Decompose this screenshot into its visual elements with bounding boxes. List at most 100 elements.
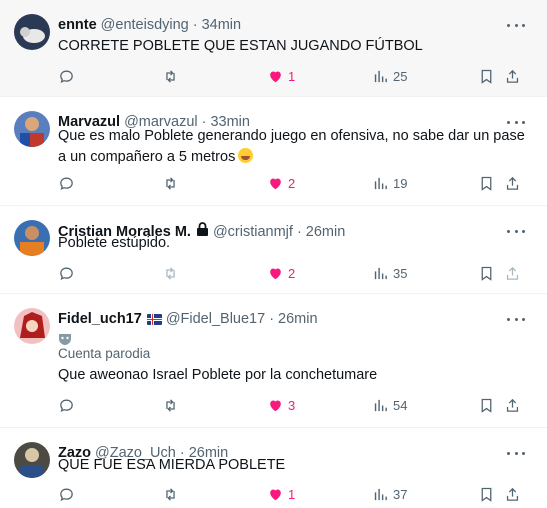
reply-button[interactable]	[58, 484, 75, 504]
tweet[interactable]: Zazo @Zazo_Uch · 26min QUE FUE ESA MIERD…	[0, 428, 547, 508]
view-count: 25	[393, 68, 408, 84]
like-button[interactable]: 1	[267, 66, 295, 86]
views-icon	[374, 488, 387, 500]
bookmark-button[interactable]	[478, 263, 495, 283]
views-icon	[374, 70, 387, 82]
action-bar: 3 54	[58, 395, 528, 415]
share-button[interactable]	[504, 395, 521, 415]
share-icon	[506, 69, 519, 83]
bookmark-icon	[481, 176, 492, 191]
more-icon[interactable]	[507, 310, 525, 328]
reply-icon	[60, 399, 73, 412]
share-icon	[506, 487, 519, 501]
separator-dot: ·	[192, 17, 198, 33]
bookmark-icon	[481, 487, 492, 502]
share-button[interactable]	[504, 484, 521, 504]
user-handle[interactable]: @enteisdying	[101, 16, 189, 34]
timestamp[interactable]: 34min	[202, 16, 242, 34]
user-handle[interactable]: @Fidel_Blue17	[166, 310, 265, 328]
like-button[interactable]: 1	[267, 484, 295, 504]
iceland-flag-icon	[146, 313, 162, 325]
heart-icon	[270, 400, 281, 411]
reply-button[interactable]	[58, 173, 75, 193]
share-button[interactable]	[504, 66, 521, 86]
sweat-smile-emoji	[238, 148, 254, 163]
share-icon	[506, 176, 519, 190]
share-button[interactable]	[504, 173, 521, 193]
views-icon	[374, 399, 387, 411]
tweet[interactable]: Marvazul @marvazul · 33min Que es malo P…	[0, 97, 547, 206]
action-bar: 2 35	[58, 263, 528, 283]
separator-dot: ·	[269, 311, 275, 327]
bookmark-button[interactable]	[478, 395, 495, 415]
view-count: 35	[393, 265, 408, 281]
heart-icon	[270, 489, 281, 500]
tweet-text: Que aweonao Israel Poblete por la conche…	[58, 367, 378, 383]
views-button[interactable]: 37	[372, 484, 407, 504]
like-count: 3	[288, 397, 296, 413]
reply-button[interactable]	[58, 395, 75, 415]
views-icon	[374, 267, 387, 279]
action-bar: 1 37	[58, 484, 528, 504]
views-button[interactable]: 54	[372, 395, 407, 415]
heart-icon	[270, 268, 281, 279]
reply-button[interactable]	[58, 263, 75, 283]
timestamp[interactable]: 26min	[278, 310, 318, 328]
tweet[interactable]: Fidel_uch17 @Fidel_Blue17 · 26min Cuenta…	[0, 294, 547, 428]
like-count: 1	[288, 486, 296, 502]
views-button[interactable]: 25	[372, 66, 407, 86]
tweet-header: Fidel_uch17 @Fidel_Blue17 · 26min	[58, 310, 318, 328]
tweet[interactable]: ennte @enteisdying · 34min CORRETE POBLE…	[0, 0, 547, 97]
retweet-icon	[166, 176, 175, 190]
reply-icon	[60, 488, 73, 501]
avatar[interactable]	[14, 111, 50, 147]
tweet-text: Poblete estúpido.	[58, 235, 171, 251]
views-button[interactable]: 19	[372, 173, 407, 193]
bookmark-icon	[481, 266, 492, 281]
retweet-icon	[166, 398, 175, 412]
tweet-text-block: Que es malo Poblete generando juego en o…	[58, 126, 528, 168]
avatar[interactable]	[14, 442, 50, 478]
bookmark-button[interactable]	[478, 66, 495, 86]
tweet[interactable]: Cristian Morales M. @cristianmjf · 26min…	[0, 206, 547, 294]
tweet-header: ennte @enteisdying · 34min	[58, 16, 241, 34]
bookmark-button[interactable]	[478, 484, 495, 504]
parody-mask-icon	[58, 332, 72, 346]
retweet-button[interactable]	[162, 395, 179, 415]
tweet-text: CORRETE POBLETE QUE ESTAN JUGANDO FÚTBOL	[58, 38, 423, 54]
reply-icon	[60, 267, 73, 280]
view-count: 54	[393, 397, 408, 413]
like-count: 1	[288, 68, 296, 84]
views-icon	[374, 177, 387, 189]
like-button[interactable]: 3	[267, 395, 295, 415]
avatar[interactable]	[14, 14, 50, 50]
view-count: 19	[393, 175, 408, 191]
views-button[interactable]: 35	[372, 263, 407, 283]
like-count: 2	[288, 265, 296, 281]
bookmark-icon	[481, 398, 492, 413]
reply-button[interactable]	[58, 66, 75, 86]
display-name[interactable]: Fidel_uch17	[58, 310, 142, 328]
reply-icon	[60, 70, 73, 83]
avatar[interactable]	[14, 220, 50, 256]
tweet-text: Que es malo Poblete generando juego en o…	[58, 128, 525, 165]
avatar[interactable]	[14, 308, 50, 344]
parody-label: Cuenta parodia	[58, 346, 151, 361]
retweet-button[interactable]	[162, 484, 179, 504]
share-button[interactable]	[504, 263, 521, 283]
bookmark-button[interactable]	[478, 173, 495, 193]
action-bar: 1 25	[58, 66, 528, 86]
like-button[interactable]: 2	[267, 263, 295, 283]
retweet-button[interactable]	[162, 66, 179, 86]
retweet-button[interactable]	[162, 263, 179, 283]
share-icon	[506, 398, 519, 412]
display-name[interactable]: ennte	[58, 16, 97, 34]
reply-icon	[60, 177, 73, 190]
bookmark-icon	[481, 69, 492, 84]
heart-icon	[270, 178, 281, 189]
retweet-button[interactable]	[162, 173, 179, 193]
share-icon	[506, 266, 519, 280]
action-bar: 2 19	[58, 173, 528, 193]
more-icon[interactable]	[507, 16, 525, 34]
like-button[interactable]: 2	[267, 173, 295, 193]
